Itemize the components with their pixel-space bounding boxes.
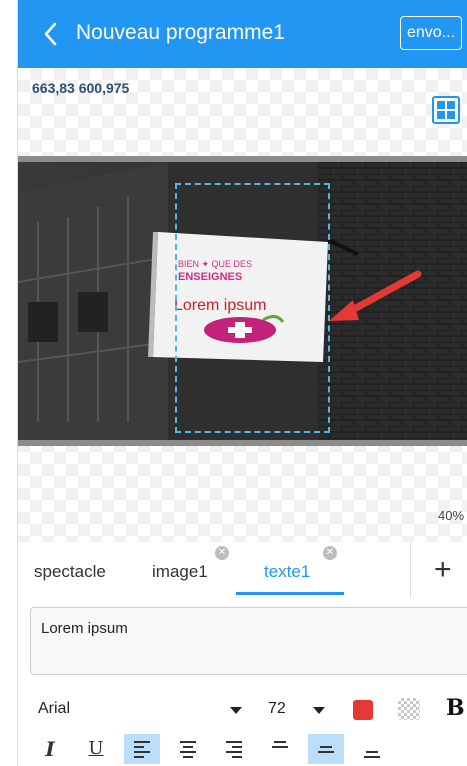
italic-button[interactable]: I — [32, 734, 68, 764]
background-transparency-icon[interactable] — [398, 698, 420, 720]
app: Nouveau programme1 envo... 663,83 600,97… — [18, 0, 467, 766]
coordinates-readout: 663,83 600,975 — [32, 80, 130, 96]
font-dropdown-icon[interactable] — [230, 707, 242, 714]
canvas-workspace[interactable]: 663,83 600,975 BIEN ✦ QUE DES ENSEIGNES … — [18, 68, 467, 542]
close-texte1-icon[interactable]: ✕ — [323, 546, 337, 560]
grid-view-icon[interactable] — [432, 96, 460, 124]
text-editor-panel: Lorem ipsum — [18, 598, 467, 686]
font-size-select[interactable]: 72 — [268, 700, 286, 718]
text-color-swatch[interactable] — [353, 700, 373, 720]
underline-button[interactable]: U — [78, 734, 114, 764]
text-selection-box[interactable] — [175, 183, 330, 433]
align-right-button[interactable] — [216, 734, 252, 764]
font-family-select[interactable]: Arial — [38, 700, 70, 718]
top-bar: Nouveau programme1 envo... — [18, 0, 467, 68]
back-arrow-icon[interactable] — [40, 20, 62, 48]
align-left-button[interactable] — [124, 734, 160, 764]
add-layer-icon[interactable]: + — [434, 553, 452, 587]
tab-texte1[interactable]: texte1 — [264, 562, 310, 582]
bold-button[interactable]: B — [446, 695, 465, 721]
send-button[interactable]: envo... — [400, 16, 462, 50]
align-top-button[interactable] — [262, 734, 298, 764]
font-toolbar: Arial 72 B — [18, 690, 467, 730]
left-frame — [0, 0, 18, 766]
text-content-input[interactable]: Lorem ipsum — [30, 607, 467, 675]
close-image1-icon[interactable]: ✕ — [215, 546, 229, 560]
layer-tabs: spectacle image1 ✕ texte1 ✕ + — [18, 542, 467, 599]
format-toolbar: I U — [18, 732, 467, 766]
pointer-arrow-icon — [323, 266, 428, 326]
page-title: Nouveau programme1 — [76, 21, 285, 44]
zoom-level: 40% — [438, 508, 465, 523]
align-middle-button[interactable] — [308, 734, 344, 764]
size-dropdown-icon[interactable] — [313, 707, 325, 714]
tab-image1[interactable]: image1 — [152, 562, 208, 582]
tab-divider — [410, 542, 411, 598]
align-center-button[interactable] — [170, 734, 206, 764]
align-bottom-button[interactable] — [354, 734, 390, 764]
active-tab-indicator — [236, 592, 344, 595]
tab-spectacle[interactable]: spectacle — [34, 562, 106, 582]
